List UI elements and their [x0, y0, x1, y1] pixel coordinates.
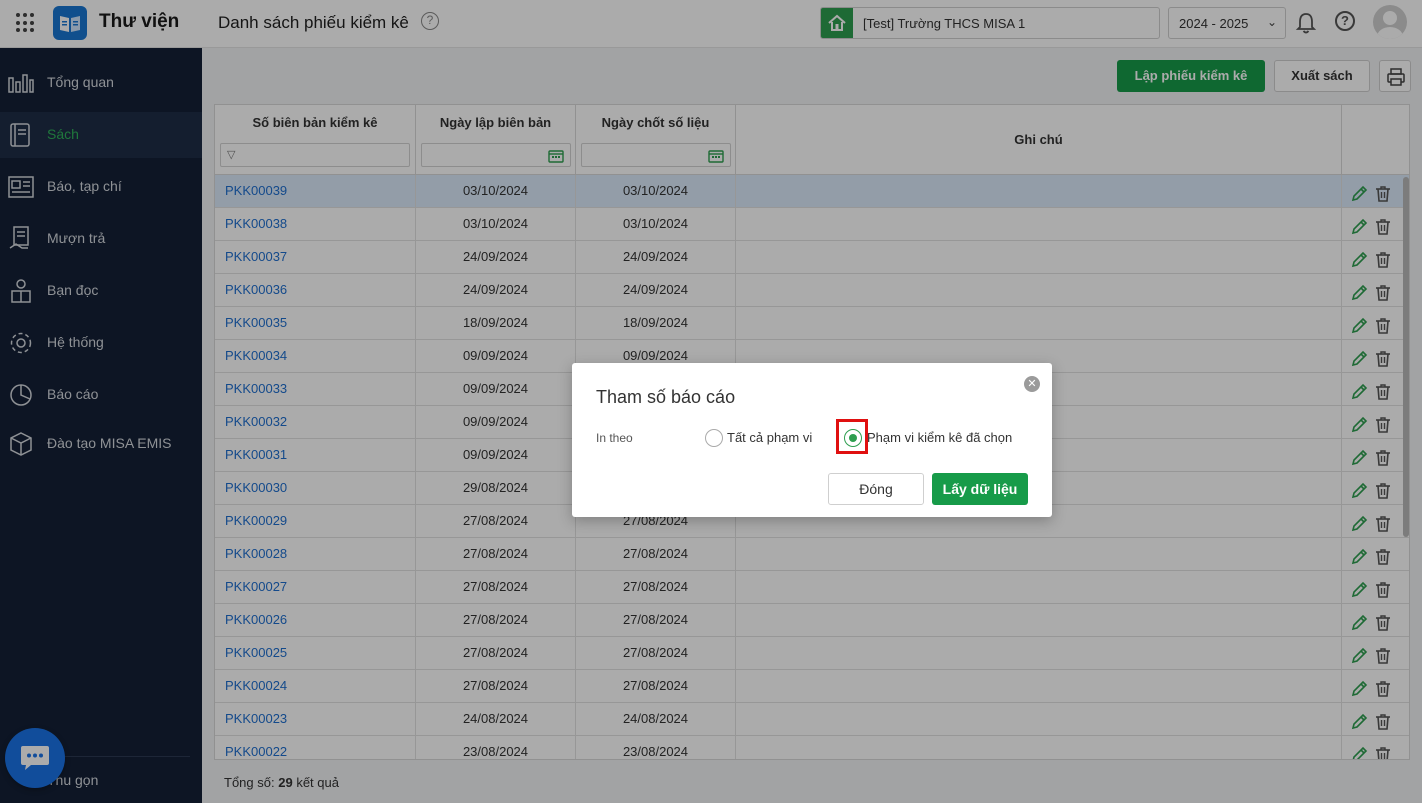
- radio-all-scope[interactable]: [705, 429, 723, 447]
- radio-all-scope-label[interactable]: Tất cả phạm vi: [727, 430, 812, 445]
- dialog-close-button[interactable]: Đóng: [828, 473, 924, 505]
- highlight-box: [836, 419, 868, 454]
- print-by-label: In theo: [596, 431, 633, 445]
- radio-selected-scope-label[interactable]: Phạm vi kiểm kê đã chọn: [867, 430, 1012, 445]
- dialog-title: Tham số báo cáo: [596, 387, 736, 407]
- close-icon[interactable]: ✕: [1024, 376, 1040, 392]
- report-params-dialog: Tham số báo cáo ✕ In theo Tất cả phạm vi…: [572, 363, 1052, 517]
- get-data-button[interactable]: Lấy dữ liệu: [932, 473, 1028, 505]
